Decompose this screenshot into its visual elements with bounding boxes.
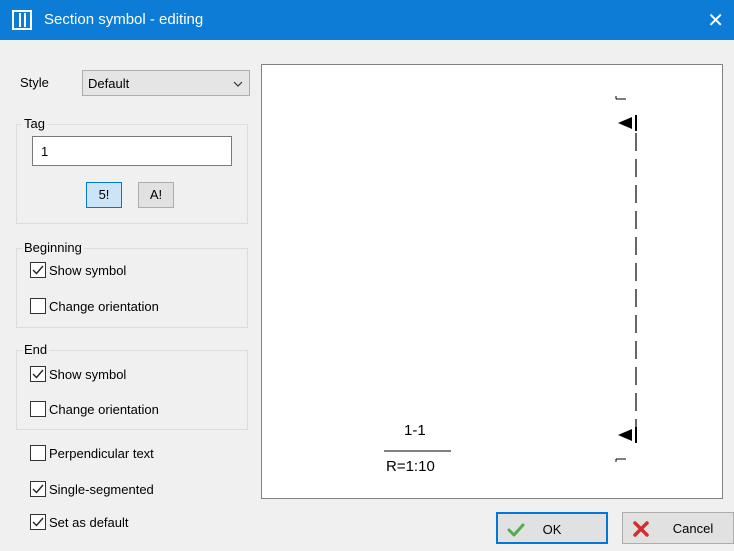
- number-tag-button[interactable]: 5!: [86, 182, 122, 208]
- tag-input[interactable]: 1: [32, 136, 232, 166]
- end-group-label: End: [22, 342, 50, 357]
- letter-tag-button[interactable]: A!: [138, 182, 174, 208]
- beginning-show-symbol-checkbox[interactable]: [30, 262, 46, 278]
- beginning-change-orientation-label: Change orientation: [49, 299, 159, 314]
- beginning-group: [16, 248, 248, 328]
- window-title: Section symbol - editing: [44, 11, 204, 28]
- end-show-symbol-checkbox[interactable]: [30, 366, 46, 382]
- set-as-default-label: Set as default: [49, 515, 129, 530]
- beginning-show-symbol-label: Show symbol: [49, 263, 127, 278]
- set-as-default-checkbox[interactable]: [30, 514, 46, 530]
- title-bar: Section symbol - editing ✕: [0, 0, 734, 40]
- single-segmented-label: Single-segmented: [49, 482, 154, 497]
- tag-input-value: 1: [41, 144, 49, 159]
- ok-button-label: OK: [542, 522, 562, 537]
- end-change-orientation-checkbox[interactable]: [30, 401, 46, 417]
- beginning-change-orientation-checkbox[interactable]: [30, 298, 46, 314]
- section-label: 1-1: [404, 422, 426, 439]
- preview-canvas: 1-1 R=1:10: [261, 64, 723, 499]
- perpendicular-text-checkbox[interactable]: [30, 445, 46, 461]
- ok-button[interactable]: OK: [496, 512, 608, 544]
- end-change-orientation-label: Change orientation: [49, 402, 159, 417]
- close-icon[interactable]: ✕: [707, 8, 724, 32]
- beginning-group-label: Beginning: [22, 240, 84, 255]
- check-icon: [32, 484, 44, 494]
- chevron-down-icon: [233, 81, 243, 87]
- style-label: Style: [20, 75, 49, 90]
- scale-label: R=1:10: [386, 458, 435, 475]
- perpendicular-text-label: Perpendicular text: [49, 446, 154, 461]
- check-icon: [32, 265, 44, 275]
- style-selected-value: Default: [88, 76, 130, 91]
- check-icon: [32, 517, 44, 527]
- cancel-button-label: Cancel: [672, 521, 714, 536]
- section-symbol-drawing: [384, 96, 637, 462]
- end-group: [16, 350, 248, 430]
- style-select[interactable]: Default: [82, 70, 250, 96]
- tag-group-label: Tag: [22, 116, 47, 131]
- section-symbol-icon: [12, 10, 32, 30]
- close-icon: [633, 521, 649, 537]
- cancel-button[interactable]: Cancel: [622, 512, 734, 544]
- end-show-symbol-label: Show symbol: [49, 367, 127, 382]
- check-icon: [32, 369, 44, 379]
- single-segmented-checkbox[interactable]: [30, 481, 46, 497]
